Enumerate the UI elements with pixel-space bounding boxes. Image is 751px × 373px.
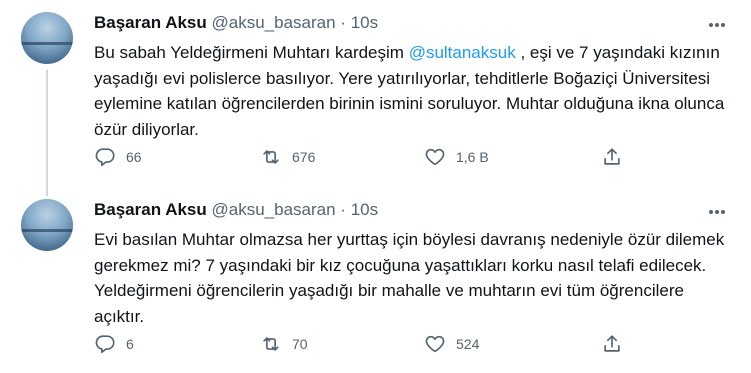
author-handle[interactable]: @aksu_basaran	[212, 13, 336, 32]
author-handle[interactable]: @aksu_basaran	[212, 200, 336, 219]
timestamp[interactable]: 10s	[351, 13, 378, 32]
tweet[interactable]: Başaran Aksu @aksu_basaran · 10s Evi bas…	[0, 187, 751, 373]
heart-icon	[425, 148, 445, 166]
like-count: 524	[456, 336, 480, 352]
tweet-actions: 66 676 1,6 B	[94, 146, 654, 172]
author-name[interactable]: Başaran Aksu	[94, 200, 207, 219]
separator: ·	[340, 200, 346, 219]
mention-link[interactable]: @sultanaksuk	[409, 43, 516, 62]
retweet-button[interactable]: 70	[260, 333, 308, 355]
retweet-button[interactable]: 676	[260, 146, 315, 168]
like-button[interactable]: 1,6 B	[424, 146, 489, 168]
reply-count: 66	[126, 149, 142, 165]
reply-icon	[95, 335, 115, 354]
retweet-icon	[263, 337, 279, 351]
share-button[interactable]	[601, 333, 623, 355]
timestamp[interactable]: 10s	[351, 200, 378, 219]
retweet-icon	[263, 150, 279, 164]
separator: ·	[340, 13, 346, 32]
more-icon	[709, 210, 713, 214]
tweet-text-part: Bu sabah Yeldeğirmeni Muhtarı kardeşim	[94, 43, 409, 62]
share-icon	[604, 148, 620, 165]
share-icon	[604, 335, 620, 352]
tweet-text: Bu sabah Yeldeğirmeni Muhtarı kardeşim @…	[94, 40, 734, 143]
reply-count: 6	[126, 336, 134, 352]
avatar[interactable]	[21, 199, 73, 251]
tweet-header: Başaran Aksu @aksu_basaran · 10s	[94, 200, 378, 220]
more-icon	[709, 23, 713, 27]
like-button[interactable]: 524	[424, 333, 479, 355]
more-options-button[interactable]	[709, 14, 731, 28]
tweet-text: Evi basılan Muhtar olmazsa her yurttaş i…	[94, 230, 725, 327]
reply-icon	[95, 148, 115, 167]
like-count: 1,6 B	[456, 149, 489, 165]
share-button[interactable]	[601, 146, 623, 168]
reply-button[interactable]: 6	[94, 333, 134, 355]
retweet-count: 70	[292, 336, 308, 352]
reply-button[interactable]: 66	[94, 146, 142, 168]
retweet-count: 676	[292, 149, 316, 165]
tweet-actions: 6 70 524	[94, 333, 654, 359]
author-name[interactable]: Başaran Aksu	[94, 13, 207, 32]
more-options-button[interactable]	[709, 201, 731, 215]
tweet[interactable]: Başaran Aksu @aksu_basaran · 10s Bu saba…	[0, 0, 751, 196]
avatar[interactable]	[21, 12, 73, 64]
thread-connector-line	[46, 70, 48, 196]
heart-icon	[425, 335, 445, 353]
tweet-header: Başaran Aksu @aksu_basaran · 10s	[94, 13, 378, 33]
